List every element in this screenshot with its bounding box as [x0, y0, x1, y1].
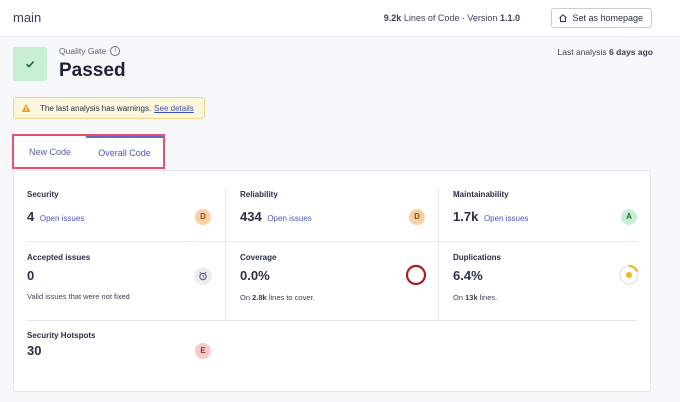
security-rating-badge[interactable]: D	[195, 209, 211, 225]
accepted-issues-icon-badge	[194, 267, 212, 285]
tab-overall-code[interactable]: Overall Code	[86, 136, 163, 167]
maintainability-title: Maintainability	[453, 190, 509, 199]
quality-gate-label: Quality Gate i	[59, 46, 121, 56]
security-value[interactable]: 4 Open issues	[27, 209, 84, 224]
reliability-title: Reliability	[240, 190, 278, 199]
version-value: 1.1.0	[499, 13, 520, 23]
row-divider	[26, 241, 638, 242]
tab-new-code[interactable]: New Code	[14, 136, 86, 167]
security-hotspots-value[interactable]: 30	[27, 343, 41, 358]
loc-label: Lines of Code	[403, 13, 460, 23]
maintainability-count[interactable]: 1.7k	[453, 209, 478, 224]
info-icon[interactable]: i	[110, 46, 121, 56]
duplications-percent[interactable]: 6.4%	[453, 268, 483, 283]
maintainability-value[interactable]: 1.7k Open issues	[453, 209, 528, 224]
column-divider	[438, 188, 439, 318]
last-analysis-label: Last analysis	[557, 47, 607, 57]
warning-icon	[21, 104, 31, 112]
security-hotspots-rating-badge[interactable]: E	[195, 343, 211, 359]
warning-text: The last analysis has warnings.	[40, 103, 152, 113]
coverage-ring-icon	[405, 264, 427, 286]
accepted-issues-note: Valid issues that were not fixed	[27, 292, 130, 301]
last-analysis: Last analysis 6 days ago	[558, 47, 653, 57]
meta-separator: ·	[461, 13, 465, 23]
row-divider	[26, 320, 638, 321]
set-as-homepage-button[interactable]: Set as homepage	[551, 8, 652, 28]
reliability-value[interactable]: 434 Open issues	[240, 209, 312, 224]
maintainability-sub[interactable]: Open issues	[484, 214, 528, 223]
accepted-issues-value[interactable]: 0	[27, 268, 34, 283]
quality-gate-status: Passed	[59, 60, 126, 81]
branch-name[interactable]: main	[13, 10, 41, 25]
loc-value: 9.2k	[383, 13, 402, 23]
column-divider	[225, 188, 226, 318]
security-count[interactable]: 4	[27, 209, 34, 224]
duplications-note: On 13k lines.	[453, 293, 497, 302]
see-details-link[interactable]: See details	[154, 104, 194, 113]
coverage-value[interactable]: 0.0%	[240, 268, 270, 283]
maintainability-rating-badge[interactable]: A	[621, 209, 637, 225]
last-analysis-value: 6 days ago	[609, 47, 653, 57]
quality-gate-label-text: Quality Gate	[59, 46, 107, 56]
duplications-ring-icon	[618, 264, 640, 286]
analysis-warning-banner: The last analysis has warnings. See deta…	[13, 97, 205, 119]
duplications-note-value[interactable]: 13k	[465, 293, 478, 302]
security-title: Security	[27, 190, 59, 199]
quality-gate-status-badge	[13, 47, 47, 81]
version-label: Version	[467, 13, 498, 23]
duplications-title: Duplications	[453, 253, 502, 262]
code-tabs: New Code Overall Code	[12, 134, 165, 169]
duplications-note-suffix: lines.	[479, 293, 498, 302]
set-as-homepage-label: Set as homepage	[572, 13, 643, 23]
coverage-note-value[interactable]: 2.8k	[252, 293, 267, 302]
alarm-icon	[199, 271, 207, 281]
security-hotspots-title: Security Hotspots	[27, 331, 96, 340]
security-sub[interactable]: Open issues	[40, 214, 84, 223]
duplications-value[interactable]: 6.4%	[453, 268, 483, 283]
home-icon	[559, 14, 568, 22]
coverage-note-prefix: On	[240, 293, 251, 302]
metrics-card: Security 4 Open issues D Reliability 434…	[13, 170, 651, 392]
top-bar: main 9.2k Lines of Code · Version 1.1.0 …	[0, 0, 680, 37]
accepted-issues-title: Accepted issues	[27, 253, 91, 262]
project-meta: 9.2k Lines of Code · Version 1.1.0	[384, 13, 520, 23]
coverage-percent[interactable]: 0.0%	[240, 268, 270, 283]
reliability-sub[interactable]: Open issues	[267, 214, 311, 223]
coverage-note-suffix: lines to cover.	[268, 293, 315, 302]
duplications-note-prefix: On	[453, 293, 464, 302]
coverage-title: Coverage	[240, 253, 277, 262]
coverage-note: On 2.8k lines to cover.	[240, 293, 315, 302]
accepted-issues-count[interactable]: 0	[27, 268, 34, 283]
reliability-rating-badge[interactable]: D	[409, 209, 425, 225]
check-icon	[25, 61, 35, 68]
reliability-count[interactable]: 434	[240, 209, 262, 224]
security-hotspots-count[interactable]: 30	[27, 343, 41, 358]
